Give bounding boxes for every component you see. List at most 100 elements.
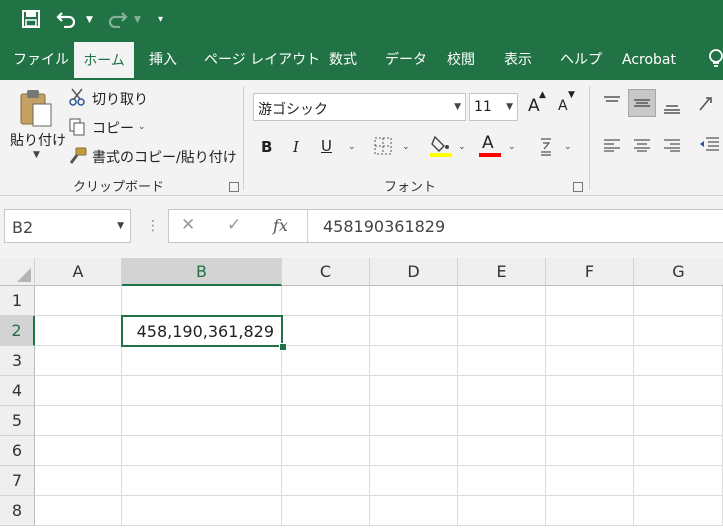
column-header-e[interactable]: E	[458, 258, 546, 286]
bold-button[interactable]: B	[261, 138, 272, 156]
cell-a4[interactable]	[35, 376, 122, 406]
align-center-icon[interactable]	[633, 138, 651, 156]
fill-handle[interactable]	[279, 343, 287, 351]
cell-c4[interactable]	[282, 376, 370, 406]
borders-icon[interactable]	[374, 137, 392, 159]
copy-button[interactable]: コピー	[92, 118, 134, 138]
cell-e4[interactable]	[458, 376, 546, 406]
cell-b3[interactable]	[122, 346, 282, 376]
cell-f1[interactable]	[546, 286, 634, 316]
insert-function-icon[interactable]: fx	[273, 216, 288, 235]
row-header-1[interactable]: 1	[0, 286, 35, 316]
cell-f8[interactable]	[546, 496, 634, 526]
font-size-dropdown-icon[interactable]: ▼	[506, 102, 513, 112]
align-left-icon[interactable]	[603, 138, 621, 156]
cell-b4[interactable]	[122, 376, 282, 406]
tab-home[interactable]: ホーム	[74, 42, 134, 80]
redo-icon[interactable]	[106, 0, 128, 40]
cell-e7[interactable]	[458, 466, 546, 496]
enter-icon[interactable]: ✓	[227, 215, 241, 235]
cell-e8[interactable]	[458, 496, 546, 526]
customize-qat-icon[interactable]: ▾	[158, 0, 163, 40]
cell-c2[interactable]	[282, 316, 370, 346]
cell-d2[interactable]	[370, 316, 458, 346]
cell-e1[interactable]	[458, 286, 546, 316]
paste-button[interactable]: 貼り付け	[10, 130, 66, 150]
name-box[interactable]: B2 ▼	[4, 209, 131, 243]
cell-d7[interactable]	[370, 466, 458, 496]
underline-button[interactable]: U	[321, 137, 332, 155]
cell-c6[interactable]	[282, 436, 370, 466]
cut-button[interactable]: 切り取り	[92, 89, 148, 109]
font-name-combobox[interactable]: 游ゴシック ▼	[253, 93, 466, 121]
cell-g4[interactable]	[634, 376, 723, 406]
cell-a7[interactable]	[35, 466, 122, 496]
column-header-c[interactable]: C	[282, 258, 370, 286]
cell-c8[interactable]	[282, 496, 370, 526]
cell-d3[interactable]	[370, 346, 458, 376]
column-header-f[interactable]: F	[546, 258, 634, 286]
cell-a1[interactable]	[35, 286, 122, 316]
cell-d1[interactable]	[370, 286, 458, 316]
row-header-3[interactable]: 3	[0, 346, 35, 376]
align-bottom-icon[interactable]	[663, 100, 681, 118]
phonetic-guide-icon[interactable]	[538, 136, 554, 160]
cell-g5[interactable]	[634, 406, 723, 436]
phonetic-dropdown-icon[interactable]: ⌄	[564, 142, 572, 152]
align-middle-icon[interactable]	[628, 89, 656, 117]
column-header-g[interactable]: G	[634, 258, 723, 286]
cell-c5[interactable]	[282, 406, 370, 436]
selected-cell-b2[interactable]: 458,190,361,829	[121, 315, 283, 347]
clipboard-launcher-icon[interactable]	[229, 182, 239, 192]
cell-a5[interactable]	[35, 406, 122, 436]
font-color-icon[interactable]: A	[479, 133, 501, 159]
cell-a2[interactable]	[35, 316, 122, 346]
cancel-icon[interactable]: ✕	[181, 215, 195, 235]
cell-a3[interactable]	[35, 346, 122, 376]
tab-formulas[interactable]: 数式	[329, 40, 357, 80]
cell-a6[interactable]	[35, 436, 122, 466]
cell-d8[interactable]	[370, 496, 458, 526]
save-icon[interactable]	[22, 0, 40, 40]
cell-b1[interactable]	[122, 286, 282, 316]
underline-dropdown-icon[interactable]: ⌄	[348, 142, 356, 152]
font-name-dropdown-icon[interactable]: ▼	[454, 102, 461, 112]
tab-view[interactable]: 表示	[504, 40, 532, 80]
cell-c3[interactable]	[282, 346, 370, 376]
row-header-7[interactable]: 7	[0, 466, 35, 496]
font-size-combobox[interactable]: 11 ▼	[469, 93, 518, 121]
cell-f5[interactable]	[546, 406, 634, 436]
tab-acrobat[interactable]: Acrobat	[622, 40, 676, 80]
cell-g1[interactable]	[634, 286, 723, 316]
column-header-b[interactable]: B	[122, 258, 282, 286]
fill-color-icon[interactable]	[430, 134, 452, 162]
tab-file[interactable]: ファイル	[13, 40, 69, 80]
cell-g6[interactable]	[634, 436, 723, 466]
lightbulb-icon[interactable]	[708, 40, 723, 80]
align-right-icon[interactable]	[663, 138, 681, 156]
tab-review[interactable]: 校閲	[447, 40, 475, 80]
fill-color-dropdown-icon[interactable]: ⌄	[458, 142, 466, 152]
cell-g2[interactable]	[634, 316, 723, 346]
redo-dropdown-icon[interactable]: ▼	[134, 0, 141, 40]
cell-f4[interactable]	[546, 376, 634, 406]
cell-a8[interactable]	[35, 496, 122, 526]
font-launcher-icon[interactable]	[573, 182, 583, 192]
cell-e6[interactable]	[458, 436, 546, 466]
copy-dropdown-icon[interactable]: ⌄	[138, 122, 146, 132]
cell-d6[interactable]	[370, 436, 458, 466]
font-color-dropdown-icon[interactable]: ⌄	[508, 142, 516, 152]
tab-help[interactable]: ヘルプ	[560, 40, 602, 80]
cell-b8[interactable]	[122, 496, 282, 526]
column-header-d[interactable]: D	[370, 258, 458, 286]
cell-c1[interactable]	[282, 286, 370, 316]
row-header-5[interactable]: 5	[0, 406, 35, 436]
italic-button[interactable]: I	[293, 138, 299, 156]
tab-page-layout[interactable]: ページ レイアウト	[204, 40, 320, 80]
cell-b6[interactable]	[122, 436, 282, 466]
cell-g3[interactable]	[634, 346, 723, 376]
orientation-icon[interactable]	[698, 94, 720, 116]
row-header-8[interactable]: 8	[0, 496, 35, 526]
cell-d4[interactable]	[370, 376, 458, 406]
grow-font-icon[interactable]: A	[528, 96, 540, 116]
